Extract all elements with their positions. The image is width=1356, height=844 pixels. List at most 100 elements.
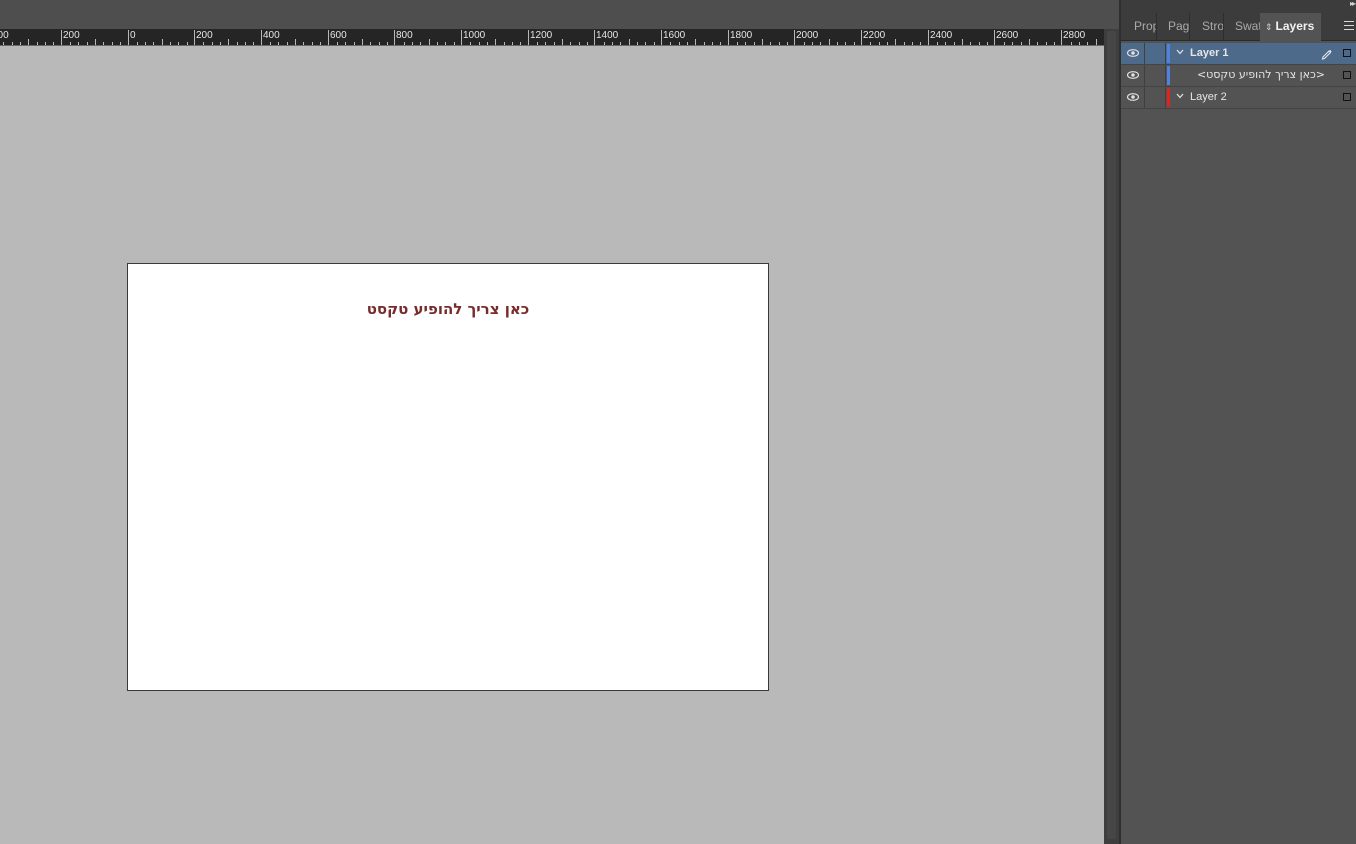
pasteboard[interactable]: כאן צריך להופיע טקסט — [0, 46, 1104, 844]
ruler-minor-tick — [770, 42, 771, 45]
ruler-minor-tick — [245, 42, 246, 45]
ruler-minor-tick — [445, 42, 446, 45]
ruler-minor-tick — [203, 42, 204, 45]
layer-name[interactable]: Layer 2 — [1190, 91, 1227, 103]
ruler-label: 2800 — [1063, 30, 1086, 41]
ruler-minor-tick — [762, 39, 763, 45]
ruler-minor-tick — [1046, 42, 1047, 45]
ruler-minor-tick — [979, 42, 980, 45]
ruler-minor-tick — [1004, 42, 1005, 45]
layers-panel: ▸▸ Properties Pages Stroke Swatches ⇕Lay… — [1121, 0, 1356, 844]
ruler-minor-tick — [37, 42, 38, 45]
layer-item-row[interactable]: <כאן צריך להופיע טקסט> — [1121, 65, 1356, 87]
ruler-minor-tick — [1096, 39, 1097, 45]
ruler-minor-tick — [103, 42, 104, 45]
ruler-minor-tick — [845, 42, 846, 45]
eye-icon[interactable] — [1127, 47, 1139, 59]
ruler-minor-tick — [312, 42, 313, 45]
ruler-minor-tick — [1037, 42, 1038, 45]
ruler-minor-tick — [429, 39, 430, 45]
ruler-minor-tick — [537, 42, 538, 45]
ruler-minor-tick — [1012, 42, 1013, 45]
ruler-minor-tick — [870, 42, 871, 45]
horizontal-ruler[interactable]: 400 200 0 200 400 600 800 1000 1200 1400… — [0, 29, 1104, 46]
ruler-minor-tick — [454, 42, 455, 45]
vertical-scrollbar[interactable] — [1104, 29, 1119, 844]
tab-swatches[interactable]: Swatches — [1224, 13, 1260, 40]
ruler-minor-tick — [379, 42, 380, 45]
ruler-minor-tick — [3, 42, 4, 45]
ruler-minor-tick — [370, 42, 371, 45]
ruler-label: 2200 — [863, 30, 886, 41]
ruler-minor-tick — [695, 39, 696, 45]
ruler-minor-tick — [95, 39, 96, 45]
ruler-minor-tick — [170, 42, 171, 45]
ruler-minor-tick — [670, 42, 671, 45]
ruler-minor-tick — [895, 39, 896, 45]
lock-column[interactable] — [1144, 43, 1145, 64]
layer-item-name[interactable]: <כאן צריך להופיע טקסט> — [1197, 68, 1325, 81]
eye-icon[interactable] — [1127, 69, 1139, 81]
layer-row-layer-2[interactable]: Layer 2 — [1121, 87, 1356, 109]
ruler-label: 1400 — [596, 30, 619, 41]
ruler-minor-tick — [912, 42, 913, 45]
layer-row-layer-1[interactable]: Layer 1 — [1121, 43, 1356, 65]
ruler-minor-tick — [212, 42, 213, 45]
eye-icon[interactable] — [1127, 91, 1139, 103]
chevron-down-icon[interactable] — [1176, 93, 1184, 99]
ruler-label: 1600 — [663, 30, 686, 41]
document-page[interactable]: כאן צריך להופיע טקסט — [127, 263, 769, 691]
hamburger-menu-icon[interactable] — [1342, 18, 1356, 34]
lock-column[interactable] — [1144, 65, 1145, 86]
ruler-minor-tick — [504, 42, 505, 45]
ruler-minor-tick — [987, 42, 988, 45]
tab-pages[interactable]: Pages — [1157, 13, 1190, 40]
ruler-minor-tick — [78, 42, 79, 45]
ruler-label: 1200 — [530, 30, 553, 41]
selection-square-icon[interactable] — [1343, 93, 1351, 101]
panel-tabs: Properties Pages Stroke Swatches ⇕Layers — [1121, 13, 1356, 41]
tab-properties[interactable]: Properties — [1121, 13, 1157, 40]
page-text-frame[interactable]: כאן צריך להופיע טקסט — [128, 300, 768, 318]
ruler-minor-tick — [562, 39, 563, 45]
ruler-minor-tick — [412, 42, 413, 45]
chevron-down-icon[interactable] — [1176, 49, 1184, 55]
lock-column[interactable] — [1144, 87, 1145, 108]
ruler-label: 1000 — [463, 30, 486, 41]
selection-square-icon[interactable] — [1343, 71, 1351, 79]
double-chevron-right-icon[interactable]: ▸▸ — [1350, 0, 1356, 8]
ruler-minor-tick — [337, 42, 338, 45]
ruler-minor-tick — [420, 42, 421, 45]
column-divider — [1165, 43, 1166, 64]
ruler-minor-tick — [754, 42, 755, 45]
ruler-label: 2000 — [796, 30, 819, 41]
ruler-minor-tick — [745, 42, 746, 45]
ruler-minor-tick — [303, 42, 304, 45]
ruler-minor-tick — [28, 39, 29, 45]
ruler-minor-tick — [495, 39, 496, 45]
layer-name[interactable]: Layer 1 — [1190, 47, 1229, 59]
ruler-minor-tick — [362, 39, 363, 45]
ruler-minor-tick — [53, 42, 54, 45]
scrollbar-thumb[interactable] — [1107, 31, 1116, 839]
ruler-minor-tick — [904, 42, 905, 45]
ruler-minor-tick — [837, 42, 838, 45]
control-bar — [0, 0, 1119, 29]
ruler-minor-tick — [70, 42, 71, 45]
ruler-minor-tick — [962, 39, 963, 45]
tab-stroke[interactable]: Stroke — [1190, 13, 1224, 40]
ruler-minor-tick — [704, 42, 705, 45]
ruler-minor-tick — [145, 42, 146, 45]
ruler-minor-tick — [854, 42, 855, 45]
ruler-minor-tick — [20, 42, 21, 45]
ruler-minor-tick — [137, 42, 138, 45]
ruler-minor-tick — [287, 42, 288, 45]
ruler-minor-tick — [1021, 42, 1022, 45]
tab-label: Swatches — [1235, 19, 1260, 33]
ruler-minor-tick — [587, 42, 588, 45]
tab-label: Properties — [1134, 19, 1156, 33]
ruler-minor-tick — [787, 42, 788, 45]
tab-layers[interactable]: ⇕ Layers — [1260, 13, 1321, 41]
selection-square-icon[interactable] — [1343, 49, 1351, 57]
ruler-minor-tick — [512, 42, 513, 45]
